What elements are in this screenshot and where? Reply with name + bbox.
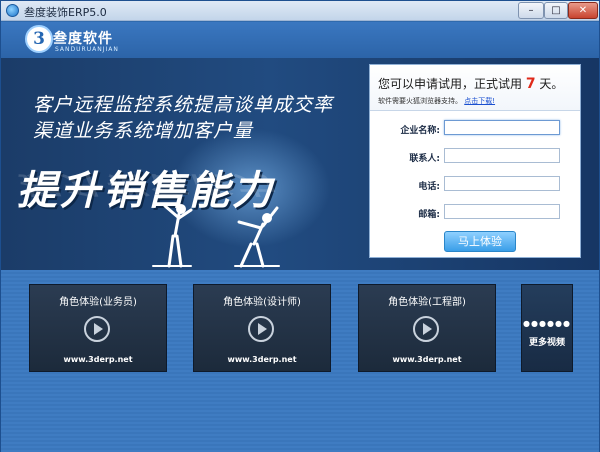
logo-subtitle: SANDURUANJIAN xyxy=(55,46,119,53)
window-title: 叁度装饰ERP5.0 xyxy=(24,6,107,19)
play-icon[interactable] xyxy=(83,315,111,343)
more-videos-label: 更多视频 xyxy=(528,338,565,348)
browser-note-text: 软件需要火狐浏览器支持。 xyxy=(378,97,462,105)
video-url: www.3derp.net xyxy=(392,355,462,364)
company-logo: 3 叁度软件 SANDURUANJIAN xyxy=(25,25,118,55)
email-label: 邮箱: xyxy=(418,210,440,220)
logo-mark: 3 xyxy=(25,25,53,53)
trial-form-header: 您可以申请试用，正式试用 7 天。 软件需要火狐浏览器支持。 点击下载! xyxy=(370,65,580,111)
video-title: 角色体验(设计师) xyxy=(223,297,301,308)
trial-form-panel: 您可以申请试用，正式试用 7 天。 软件需要火狐浏览器支持。 点击下载! 企业名… xyxy=(369,64,581,258)
video-card-salesperson[interactable]: 角色体验(业务员) www.3derp.net xyxy=(29,284,167,372)
company-name-label: 企业名称: xyxy=(400,126,440,136)
minimize-button[interactable]: – xyxy=(518,2,544,19)
video-title: 角色体验(业务员) xyxy=(59,297,137,308)
more-videos-button[interactable]: ●●●●●● 更多视频 xyxy=(521,284,573,372)
trial-days: 7 xyxy=(525,76,536,92)
phone-input[interactable] xyxy=(444,176,560,191)
video-title: 角色体验(工程部) xyxy=(388,297,466,308)
company-name-input[interactable] xyxy=(444,120,560,135)
more-dots-icon: ●●●●●● xyxy=(523,319,571,328)
video-url: www.3derp.net xyxy=(227,355,297,364)
app-window: 叁度装饰ERP5.0 – □ ✕ 3 叁度软件 SANDURUANJIAN 客户… xyxy=(0,0,600,452)
title-bar[interactable]: 叁度装饰ERP5.0 – □ ✕ xyxy=(1,1,599,21)
promo-banner: 客户远程监控系统提高谈单成交率 渠道业务系统增加客户量 提升销售能力 提升销售能… xyxy=(1,58,599,270)
logo-name: 叁度软件 xyxy=(53,31,113,47)
running-figures-illustration xyxy=(152,204,280,268)
phone-label: 电话: xyxy=(418,182,440,192)
video-card-designer[interactable]: 角色体验(设计师) www.3derp.net xyxy=(193,284,331,372)
contact-input[interactable] xyxy=(444,148,560,163)
play-icon[interactable] xyxy=(247,315,275,343)
download-link[interactable]: 点击下载! xyxy=(464,97,495,105)
trial-heading-prefix: 您可以申请试用，正式试用 xyxy=(378,77,523,91)
maximize-button[interactable]: □ xyxy=(544,2,568,19)
close-button[interactable]: ✕ xyxy=(568,2,598,19)
video-section: 角色体验(业务员) www.3derp.net 角色体验(设计师) www.3d… xyxy=(1,270,599,452)
slogan-line-1: 客户远程监控系统提高谈单成交率 xyxy=(33,94,334,116)
email-input[interactable] xyxy=(444,204,560,219)
video-url: www.3derp.net xyxy=(63,355,133,364)
trial-heading-suffix: 天。 xyxy=(539,77,564,91)
try-now-button[interactable]: 马上体验 xyxy=(444,231,516,252)
browser-note: 软件需要火狐浏览器支持。 点击下载! xyxy=(378,96,495,106)
header-bar: 3 叁度软件 SANDURUANJIAN xyxy=(1,22,599,58)
video-card-engineering[interactable]: 角色体验(工程部) www.3derp.net xyxy=(358,284,496,372)
play-icon[interactable] xyxy=(412,315,440,343)
trial-heading: 您可以申请试用，正式试用 7 天。 xyxy=(378,75,563,92)
app-icon xyxy=(6,4,19,17)
contact-label: 联系人: xyxy=(409,154,440,164)
slogan-line-2: 渠道业务系统增加客户量 xyxy=(33,120,254,142)
